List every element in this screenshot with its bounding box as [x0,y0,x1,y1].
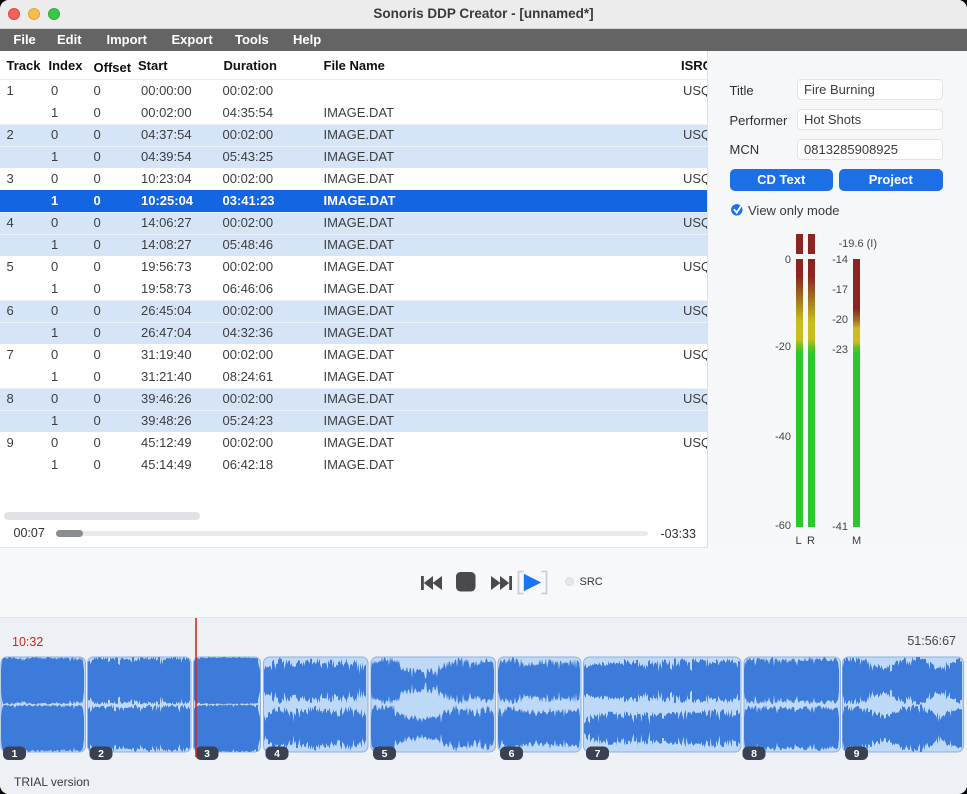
svg-text:9: 9 [854,748,860,760]
svg-text:5: 5 [382,748,388,760]
svg-text:7: 7 [595,748,601,760]
svg-text:2: 2 [98,748,104,760]
svg-text:6: 6 [509,748,515,760]
svg-text:8: 8 [751,748,757,760]
svg-text:1: 1 [12,748,18,760]
svg-text:3: 3 [204,748,210,760]
svg-text:4: 4 [274,748,280,760]
